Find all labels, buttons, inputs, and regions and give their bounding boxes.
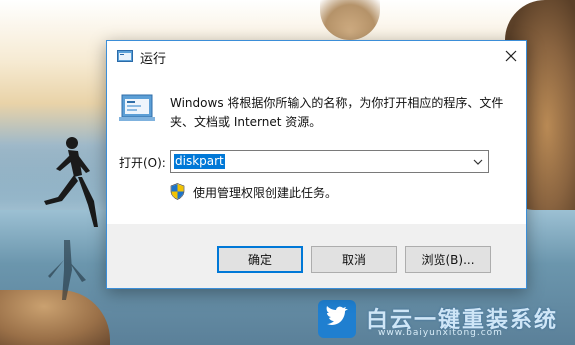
watermark-url: www.baiyunxitong.com xyxy=(378,328,503,338)
uac-shield-icon xyxy=(170,183,185,200)
dialog-description: Windows 将根据你所输入的名称，为你打开相应的程序、文件夹、文档或 Int… xyxy=(170,96,504,129)
browse-button[interactable]: 浏览(B)... xyxy=(405,246,491,273)
dialog-footer: 确定 取消 浏览(B)... xyxy=(107,224,526,288)
runner-reflection xyxy=(48,240,86,300)
close-button[interactable] xyxy=(496,41,526,71)
watermark: 白云一键重装系统 www.baiyunxitong.com xyxy=(318,300,568,340)
open-label: 打开(O): xyxy=(119,156,166,170)
run-program-icon xyxy=(119,94,155,121)
dialog-title: 运行 xyxy=(140,52,167,67)
open-combobox[interactable]: diskpart xyxy=(170,150,489,173)
twitter-bird-icon xyxy=(326,306,348,325)
dialog-titlebar[interactable]: 运行 xyxy=(107,41,526,71)
chevron-down-icon[interactable] xyxy=(471,155,485,169)
close-icon xyxy=(505,50,517,62)
ok-button[interactable]: 确定 xyxy=(217,246,303,273)
admin-note: 使用管理权限创建此任务。 xyxy=(193,186,338,200)
run-window-icon xyxy=(117,50,133,62)
runner-silhouette xyxy=(44,137,98,227)
watermark-logo xyxy=(318,300,356,338)
run-dialog: 运行 Windows 将根据你所输入的名称，为你打开相应的程序、文件夹、文档或 … xyxy=(106,40,527,289)
cancel-button[interactable]: 取消 xyxy=(311,246,397,273)
open-input-value[interactable]: diskpart xyxy=(174,154,225,169)
wallpaper-rock-top xyxy=(320,0,380,40)
